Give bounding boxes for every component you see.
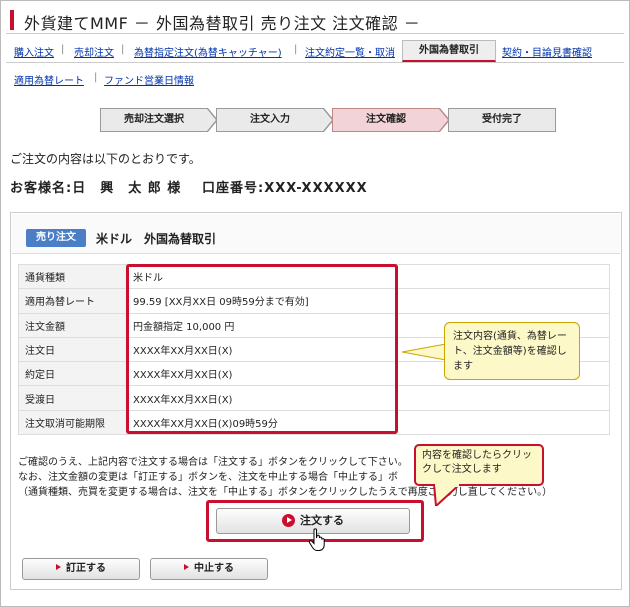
step-received: 受付完了 — [448, 108, 556, 132]
callout-pointer — [432, 484, 462, 506]
tab-fx-trading[interactable]: 外国為替取引 — [402, 40, 496, 62]
arrow-right-icon — [56, 564, 61, 570]
step-order-input: 注文入力 — [216, 108, 324, 132]
page-title: 外貨建てMMF － 外国為替取引 売り注文 注文確認 － — [24, 14, 421, 33]
customer-name: お客様名:日 興 太 郎 様 — [10, 181, 182, 196]
sell-order-badge: 売り注文 — [26, 229, 86, 247]
order-callout: 内容を確認したらクリックして注文します — [414, 444, 544, 486]
order-panel-header: 売り注文 米ドル 外国為替取引 — [12, 214, 620, 254]
nav-divider — [6, 62, 624, 63]
nav-link-contract-docs[interactable]: 契約・目論見書確認 — [502, 44, 592, 59]
order-panel-title: 米ドル 外国為替取引 — [96, 232, 217, 246]
order-button-label: 注文する — [300, 514, 344, 527]
details-callout: 注文内容(通貨、為替レート、注文金額等)を確認します — [444, 322, 580, 380]
callout-pointer — [402, 343, 446, 361]
cancel-button[interactable]: 中止する — [150, 558, 268, 580]
nav-link-order-list[interactable]: 注文約定一覧・取消 — [305, 44, 395, 59]
cancel-button-label: 中止する — [194, 563, 234, 574]
nav-separator: | — [294, 44, 298, 55]
customer-info: お客様名:日 興 太 郎 様 口座番号:XXX-XXXXXX — [10, 177, 367, 196]
nav-separator: | — [61, 44, 65, 55]
detail-label: 通貨種類 — [18, 263, 127, 290]
nav-link-buy-order[interactable]: 購入注文 — [14, 44, 54, 59]
details-highlight-box — [126, 264, 398, 434]
detail-label: 適用為替レート — [18, 288, 127, 314]
header-accent-bar — [10, 10, 14, 30]
nav-link-fund-business-days[interactable]: ファンド営業日情報 — [104, 72, 194, 87]
hand-cursor-icon — [308, 528, 325, 551]
account-number: 口座番号:XXX-XXXXXX — [202, 181, 368, 196]
nav-separator: | — [121, 44, 125, 55]
detail-label: 注文日 — [18, 336, 127, 363]
detail-label: 約定日 — [18, 361, 127, 387]
correct-button[interactable]: 訂正する — [22, 558, 140, 580]
play-icon — [282, 513, 295, 527]
secondary-nav: 適用為替レート | ファンド営業日情報 — [14, 70, 414, 88]
correct-button-label: 訂正する — [66, 563, 106, 574]
arrow-right-icon — [184, 564, 189, 570]
step-sell-select: 売却注文選択 — [100, 108, 208, 132]
page-header: 外貨建てMMF － 外国為替取引 売り注文 注文確認 － — [6, 6, 624, 34]
step-order-confirm: 注文確認 — [332, 108, 440, 132]
nav-link-sell-order[interactable]: 売却注文 — [74, 44, 114, 59]
primary-nav: 購入注文 | 売却注文 | 為替指定注文(為替キャッチャー) | 注文約定一覧・… — [14, 42, 614, 62]
detail-label: 注文取消可能期限 — [18, 409, 127, 436]
nav-separator: | — [94, 72, 98, 83]
nav-link-applied-rate[interactable]: 適用為替レート — [14, 72, 84, 87]
intro-text: ご注文の内容は以下のとおりです。 — [10, 152, 201, 166]
instruction-line: （通貨種類、売買を変更する場合は、注文を「中止する」ボタンをクリックしたうえで再… — [18, 487, 553, 498]
detail-label: 受渡日 — [18, 385, 127, 411]
nav-link-fx-catcher[interactable]: 為替指定注文(為替キャッチャー) — [134, 44, 282, 59]
progress-steps: 売却注文選択 注文入力 注文確認 受付完了 — [100, 108, 560, 132]
detail-label: 注文金額 — [18, 312, 127, 338]
